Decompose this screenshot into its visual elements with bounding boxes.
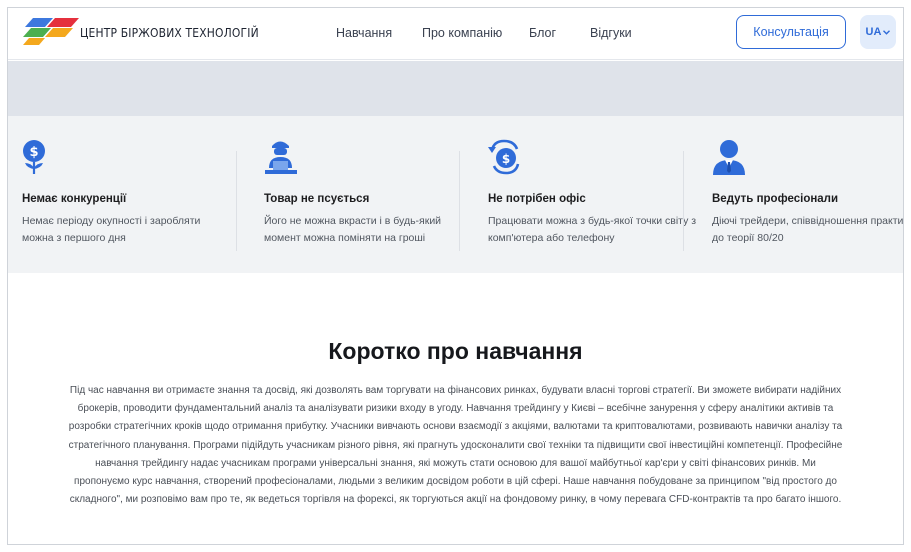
- logo-icon[interactable]: [23, 18, 81, 46]
- site-header: ЦЕНТР БІРЖОВИХ ТЕХНОЛОГІЙ Навчання Про к…: [8, 8, 903, 60]
- professional-icon: [713, 140, 745, 175]
- nav-link-blog[interactable]: Блог: [529, 26, 556, 40]
- page-frame: ЦЕНТР БІРЖОВИХ ТЕХНОЛОГІЙ Навчання Про к…: [7, 7, 904, 545]
- chevron-down-icon: [883, 29, 891, 35]
- svg-text:$: $: [29, 145, 38, 160]
- dollar-plant-icon: $: [23, 140, 45, 174]
- language-selector[interactable]: UA: [860, 15, 896, 49]
- feature-description: Працювати можна з будь-якої точки світу …: [488, 215, 697, 244]
- features-section: $ Немає конкуренції Немає періоду окупно…: [8, 116, 903, 273]
- feature-divider: [236, 151, 237, 251]
- language-label: UA: [865, 26, 882, 38]
- nav-link-about-company[interactable]: Про компанію: [422, 26, 502, 40]
- svg-text:$: $: [502, 152, 510, 166]
- about-section-text: Під час навчання ви отримаєте знання та …: [68, 385, 843, 506]
- trader-desk-icon: [265, 141, 297, 174]
- brand-name[interactable]: ЦЕНТР БІРЖОВИХ ТЕХНОЛОГІЙ: [80, 25, 259, 40]
- nav-link-training[interactable]: Навчання: [336, 26, 392, 40]
- feature-description: Немає періоду окупності і заробляти можн…: [22, 215, 201, 244]
- feature-description: Діючі трейдери, співвідношення практики …: [712, 215, 904, 244]
- feature-title: Не потрібен офіс: [488, 193, 586, 205]
- feature-divider: [459, 151, 460, 251]
- dollar-cycle-icon: $: [488, 139, 520, 175]
- hero-banner: [8, 61, 903, 116]
- about-section-title: Коротко про навчання: [328, 338, 583, 364]
- feature-divider: [683, 151, 684, 251]
- feature-description: Його не можна вкрасти і в будь-який моме…: [264, 215, 442, 244]
- nav-link-reviews[interactable]: Відгуки: [590, 26, 632, 40]
- consultation-button[interactable]: Консультація: [736, 15, 846, 49]
- feature-title: Ведуть професіонали: [712, 193, 839, 205]
- feature-title: Товар не псується: [264, 193, 370, 205]
- feature-title: Немає конкуренції: [22, 193, 127, 205]
